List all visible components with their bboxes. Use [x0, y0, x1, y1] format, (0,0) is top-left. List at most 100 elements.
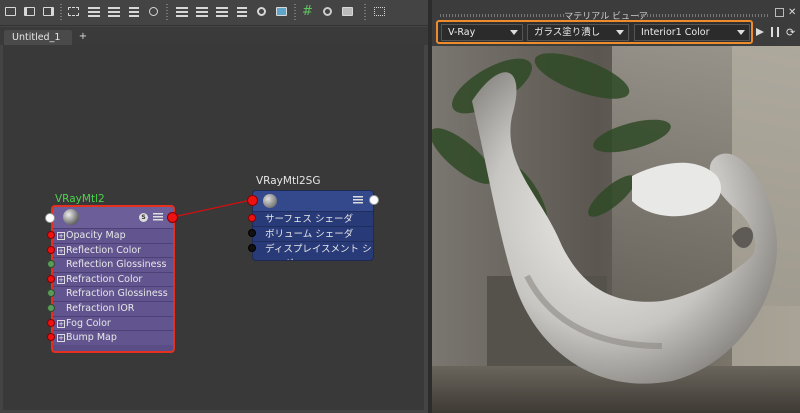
shader-badge: S — [139, 213, 148, 222]
attr-label: サーフェス シェーダ — [265, 214, 353, 225]
pause-icon[interactable] — [771, 27, 779, 37]
expand-icon[interactable]: + — [57, 334, 65, 343]
search-icon[interactable] — [254, 4, 269, 19]
list-icon[interactable] — [234, 4, 249, 19]
output-port[interactable] — [369, 195, 379, 205]
graph-tab-bar: Untitled_1 + — [0, 27, 428, 45]
attr-row[interactable]: ボリューム シェーダ — [253, 226, 373, 241]
node-icon[interactable] — [146, 4, 161, 19]
renderer-dropdown[interactable]: V-Ray — [441, 24, 523, 41]
attr-row[interactable]: + Bump Map — [53, 330, 173, 345]
list-icon[interactable] — [194, 4, 209, 19]
attr-label: Bump Map — [66, 332, 117, 344]
output-port[interactable] — [167, 212, 178, 223]
attr-port[interactable] — [47, 289, 55, 297]
input-port[interactable] — [45, 213, 55, 223]
attr-port[interactable] — [47, 319, 55, 327]
attr-row[interactable]: Refraction Glossiness — [53, 286, 173, 301]
node-menu-icon[interactable] — [153, 213, 163, 222]
attr-row[interactable]: + Refraction Color — [53, 271, 173, 287]
attr-port[interactable] — [47, 275, 55, 283]
attr-port[interactable] — [47, 260, 55, 268]
attr-row[interactable]: Refraction IOR — [53, 301, 173, 316]
tab-untitled[interactable]: Untitled_1 — [4, 30, 73, 45]
node-menu-icon[interactable] — [353, 196, 363, 205]
shading-group-node[interactable]: サーフェス シェーダ ボリューム シェーダ ディスプレイスメント シェーダ — [252, 190, 374, 261]
attr-port[interactable] — [47, 304, 55, 312]
expand-icon[interactable]: + — [57, 275, 65, 284]
attr-label: Fog Color — [66, 317, 111, 329]
attr-label: ディスプレイスメント シェーダ — [265, 244, 372, 260]
attr-row[interactable]: Reflection Glossiness — [53, 257, 173, 272]
environment-value: Interior1 Color — [641, 27, 710, 38]
node-graph-canvas[interactable]: VRayMtl2 S + Opacity Map + Reflection Colo… — [3, 45, 424, 410]
toolbar-separator — [166, 4, 168, 20]
layout-icon[interactable] — [126, 4, 141, 19]
shading-group-title: VRayMtl2SG — [256, 175, 321, 187]
attr-row[interactable]: + Opacity Map — [53, 228, 173, 243]
render-image — [432, 46, 800, 413]
arrange-icon[interactable] — [86, 4, 101, 19]
attr-port[interactable] — [47, 333, 55, 341]
refresh-icon[interactable]: ⟳ — [786, 26, 795, 39]
grid-icon[interactable]: # — [300, 4, 315, 19]
graph-toolbar: # — [0, 0, 428, 26]
list-icon[interactable] — [214, 4, 229, 19]
frame-icon[interactable] — [3, 4, 18, 19]
shape-dropdown[interactable]: ガラス塗り潰し — [527, 24, 629, 41]
chevron-down-icon — [510, 30, 518, 35]
shading-group-header — [253, 191, 373, 211]
toolbar-separator — [364, 4, 366, 20]
list-icon[interactable] — [174, 4, 189, 19]
toolbar-separator — [294, 4, 296, 20]
float-window-icon[interactable] — [775, 8, 784, 17]
expand-icon[interactable]: + — [57, 319, 65, 328]
attr-label: Refraction IOR — [66, 303, 135, 314]
attr-label: ボリューム シェーダ — [265, 229, 354, 240]
attr-port[interactable] — [248, 244, 256, 252]
toolbar-separator — [60, 4, 62, 20]
filter-icon[interactable] — [320, 4, 335, 19]
attr-row[interactable]: ディスプレイスメント シェーダ — [253, 241, 373, 260]
attr-row[interactable]: + Reflection Color — [53, 242, 173, 258]
attr-row[interactable]: + Fog Color — [53, 315, 173, 331]
viewer-options-group: V-Ray ガラス塗り潰し Interior1 Color — [436, 20, 753, 44]
swatch-icon[interactable] — [274, 4, 289, 19]
output-connections-icon[interactable] — [41, 4, 56, 19]
add-tab-button[interactable]: + — [76, 30, 90, 44]
play-icon[interactable] — [755, 27, 765, 37]
expand-icon[interactable]: + — [57, 246, 65, 255]
attr-port[interactable] — [47, 231, 55, 239]
grid-snap-icon[interactable] — [106, 4, 121, 19]
material-viewer-panel: マテリアル ビューア ✕ V-Ray ガラス塗り潰し Interior1 Col… — [432, 0, 800, 413]
expand-icon[interactable]: + — [57, 232, 65, 240]
close-icon[interactable]: ✕ — [788, 7, 796, 18]
attr-port[interactable] — [47, 246, 55, 254]
input-port[interactable] — [247, 195, 258, 206]
chevron-down-icon — [616, 30, 624, 35]
chevron-down-icon — [737, 30, 745, 35]
material-node-title: VRayMtl2 — [55, 193, 105, 205]
shading-group-swatch — [263, 194, 277, 208]
material-node-header: S — [53, 207, 173, 228]
attr-port[interactable] — [248, 229, 256, 237]
attr-label: Refraction Glossiness — [66, 288, 168, 300]
attr-label: Reflection Color — [66, 244, 142, 256]
graph-icon[interactable] — [66, 4, 81, 19]
attr-label: Refraction Color — [66, 273, 143, 285]
input-connections-icon[interactable] — [22, 4, 37, 19]
attr-row[interactable]: サーフェス シェーダ — [253, 211, 373, 226]
attr-port[interactable] — [248, 214, 256, 222]
node-icon[interactable] — [340, 4, 355, 19]
renderer-value: V-Ray — [448, 27, 476, 38]
shape-value: ガラス塗り潰し — [534, 27, 601, 38]
graph-editor-panel: # Untitled_1 + VRayMtl2 S + Opacity Map +… — [0, 0, 428, 413]
attr-label: Reflection Glossiness — [66, 259, 167, 271]
material-swatch — [63, 209, 79, 225]
material-node[interactable]: S + Opacity Map + Reflection Color Reflect… — [51, 205, 175, 353]
environment-dropdown[interactable]: Interior1 Color — [634, 24, 750, 41]
frame-icon[interactable] — [372, 4, 387, 19]
attr-label: Opacity Map — [66, 230, 126, 241]
panel-grip[interactable] — [638, 14, 768, 17]
material-preview-render[interactable] — [432, 46, 800, 413]
